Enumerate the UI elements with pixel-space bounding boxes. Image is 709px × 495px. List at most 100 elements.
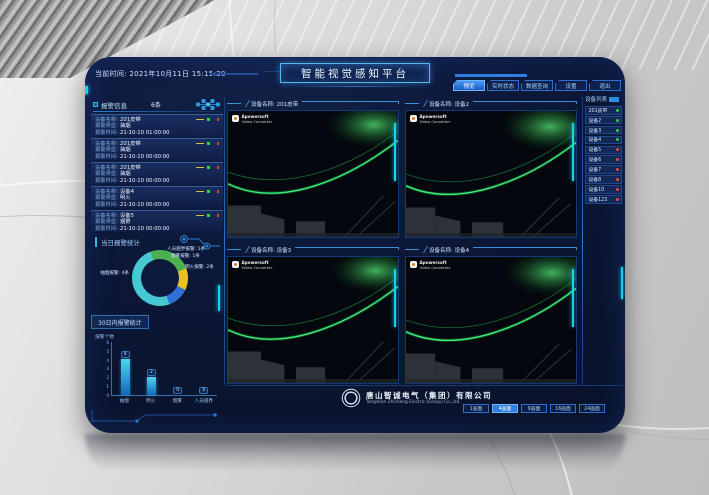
nav-tab-exit[interactable]: 退出: [589, 80, 621, 91]
title-underline: [296, 86, 414, 87]
alarm-item[interactable]: 设备名称:设备4 报警类型:明火 报警时间:21-10-10 00:00:00: [91, 186, 223, 208]
watermark-line2: Video Converter: [420, 120, 451, 124]
screen-16-button[interactable]: 16画面: [550, 404, 576, 413]
daily-stats-title: 当日报警统计: [95, 237, 140, 247]
device-list-item[interactable]: 设备4: [585, 136, 622, 145]
screen-9-button[interactable]: 9画面: [521, 404, 547, 413]
alarm-item[interactable]: 设备名称:201皮带 报警类型:抽烟 报警时间:21-10-10 00:00:0…: [91, 162, 223, 184]
alarm-item[interactable]: 设备名称:设备5 报警类型:烟雾 报警时间:21-10-10 00:00:00: [91, 210, 223, 232]
nav-tab-settings[interactable]: 设置: [555, 80, 587, 91]
screen-4-button[interactable]: 4画面: [492, 404, 518, 413]
status-dot: [616, 158, 619, 161]
alarm-panel-header: 报警信息 6条: [93, 99, 221, 110]
donut-label-smoke: 烟雾报警: 1条: [171, 253, 200, 259]
alarm-panel-title: 报警信息: [101, 100, 127, 110]
watermark: Apowersoft Video Converter: [410, 261, 450, 270]
apowersoft-logo-icon: [410, 261, 417, 268]
bar-plot-area: 4 2 0 0: [111, 342, 217, 396]
device-list-scrollbar[interactable]: [621, 267, 623, 299]
device-name: 设备6: [589, 156, 602, 163]
video-feed[interactable]: Apowersoft Video Converter: [227, 110, 399, 238]
x-tick: 抽烟: [111, 398, 138, 404]
device-name: 设备8: [589, 176, 602, 183]
alarm-type-value: 抽烟: [120, 171, 131, 178]
video-slider[interactable]: [572, 123, 575, 181]
x-tick: 人员越界: [191, 398, 218, 404]
video-panel-title: 设备名称: 设备2: [429, 100, 469, 108]
video-feed[interactable]: Apowersoft Video Converter: [405, 256, 577, 384]
screen-1-button[interactable]: 1画面: [463, 404, 489, 413]
alarm-item[interactable]: 设备名称:201皮带 报警类型:抽烟 报警时间:21-10-10 00:00:0…: [91, 138, 223, 160]
device-list-panel: 设备列表 201皮带 设备2 设备3 设备4 设备5 设备6 设备7 设备8 设…: [585, 95, 622, 205]
monthly-stats-title: 30日内报警统计: [91, 315, 149, 329]
video-slider[interactable]: [394, 269, 397, 327]
device-list-item[interactable]: 设备8: [585, 175, 622, 184]
device-name: 设备7: [589, 166, 602, 173]
page-title: 智能视觉感知平台: [280, 63, 430, 83]
device-list-item[interactable]: 设备10: [585, 185, 622, 194]
screen-24-button[interactable]: 24画面: [579, 404, 605, 413]
device-name: 设备3: [589, 127, 602, 134]
bar-column: 0: [191, 387, 217, 395]
alarm-time-label: 报警时间:: [95, 178, 118, 185]
video-slider[interactable]: [572, 269, 575, 327]
divider: [582, 97, 583, 385]
alarm-list-scrollbar[interactable]: [218, 285, 220, 311]
company-name-cn: 唐山智诚电气（集团）有限公司: [366, 391, 492, 400]
dashboard-window: 当前时间: 2021年10月11日 15:15:38 智能视觉感知平台 预览 实…: [85, 57, 625, 433]
status-dot: [616, 148, 619, 151]
bar-column: 2: [138, 369, 164, 395]
alarm-time-label: 报警时间:: [95, 130, 118, 137]
status-dot: [616, 188, 619, 191]
alarm-type-value: 抽烟: [120, 147, 131, 154]
alarm-type-value: 烟雾: [120, 219, 131, 226]
device-list-item[interactable]: 设备7: [585, 165, 622, 174]
nav-tab-data-query[interactable]: 数据查询: [521, 80, 553, 91]
alarm-item[interactable]: 设备名称:201皮带 报警类型:抽烟 报警时间:21-10-10 01:00:0…: [91, 114, 223, 136]
video-panel-title: 设备名称: 201皮带: [251, 100, 298, 108]
device-list-item[interactable]: 设备3: [585, 126, 622, 135]
header-line: [210, 73, 258, 75]
donut-label-crossing: 人员越界报警: 1条: [167, 246, 205, 252]
nav-tab-realtime-status[interactable]: 实时状态: [487, 80, 519, 91]
device-list-item[interactable]: 201皮带: [585, 106, 622, 115]
monthly-bar-chart: 6543210 4 2 0 0 抽烟 明火 烟雾 人员越界: [101, 342, 217, 405]
device-list-tab[interactable]: [609, 97, 619, 102]
video-feed[interactable]: Apowersoft Video Converter: [227, 256, 399, 384]
alarm-panel-icon: [93, 102, 98, 107]
device-list-header: 设备列表: [585, 95, 622, 103]
video-panel-title: 设备名称: 设备4: [429, 246, 469, 254]
bar-value: 4: [121, 351, 130, 358]
video-panel-header: 设备名称: 设备4: [405, 243, 577, 256]
alarm-status-indicator: [196, 190, 219, 193]
device-list-item[interactable]: 设备123: [585, 195, 622, 204]
device-list-item[interactable]: 设备6: [585, 155, 622, 164]
device-list-item[interactable]: 设备5: [585, 146, 622, 155]
alarm-time-value: 21-10-10 01:00:00: [120, 130, 170, 137]
alarm-time-value: 21-10-10 00:00:00: [120, 226, 170, 233]
watermark: Apowersoft Video Converter: [232, 115, 272, 124]
alarm-status-indicator: [196, 214, 219, 217]
video-panel-header: 设备名称: 设备2: [405, 97, 577, 110]
video-panel-1: 设备名称: 201皮带 Apowersoft Video Co: [227, 97, 399, 238]
status-dot: [616, 129, 619, 132]
edge-accent: [85, 86, 88, 94]
video-panel-2: 设备名称: 设备2 Apowersoft Video Conv: [405, 97, 577, 238]
alarm-type-value: 明火: [120, 195, 131, 202]
video-slider[interactable]: [394, 123, 397, 181]
daily-donut-hole: [141, 259, 179, 297]
video-scene: [406, 257, 576, 383]
device-list-item[interactable]: 设备2: [585, 116, 622, 125]
video-scene: [406, 111, 576, 237]
divider: [227, 385, 623, 386]
header-line: [263, 71, 279, 72]
nav-tab-preview[interactable]: 预览: [453, 80, 485, 91]
video-feed[interactable]: Apowersoft Video Converter: [405, 110, 577, 238]
watermark-line2: Video Converter: [242, 266, 273, 270]
y-axis-label: 报警个数: [95, 333, 114, 340]
alarm-type-label: 报警类型:: [95, 123, 118, 130]
device-name: 设备2: [589, 117, 602, 124]
video-panel-title: 设备名称: 设备3: [251, 246, 291, 254]
bar: [121, 359, 130, 395]
y-axis-ticks: 6543210: [101, 340, 109, 398]
